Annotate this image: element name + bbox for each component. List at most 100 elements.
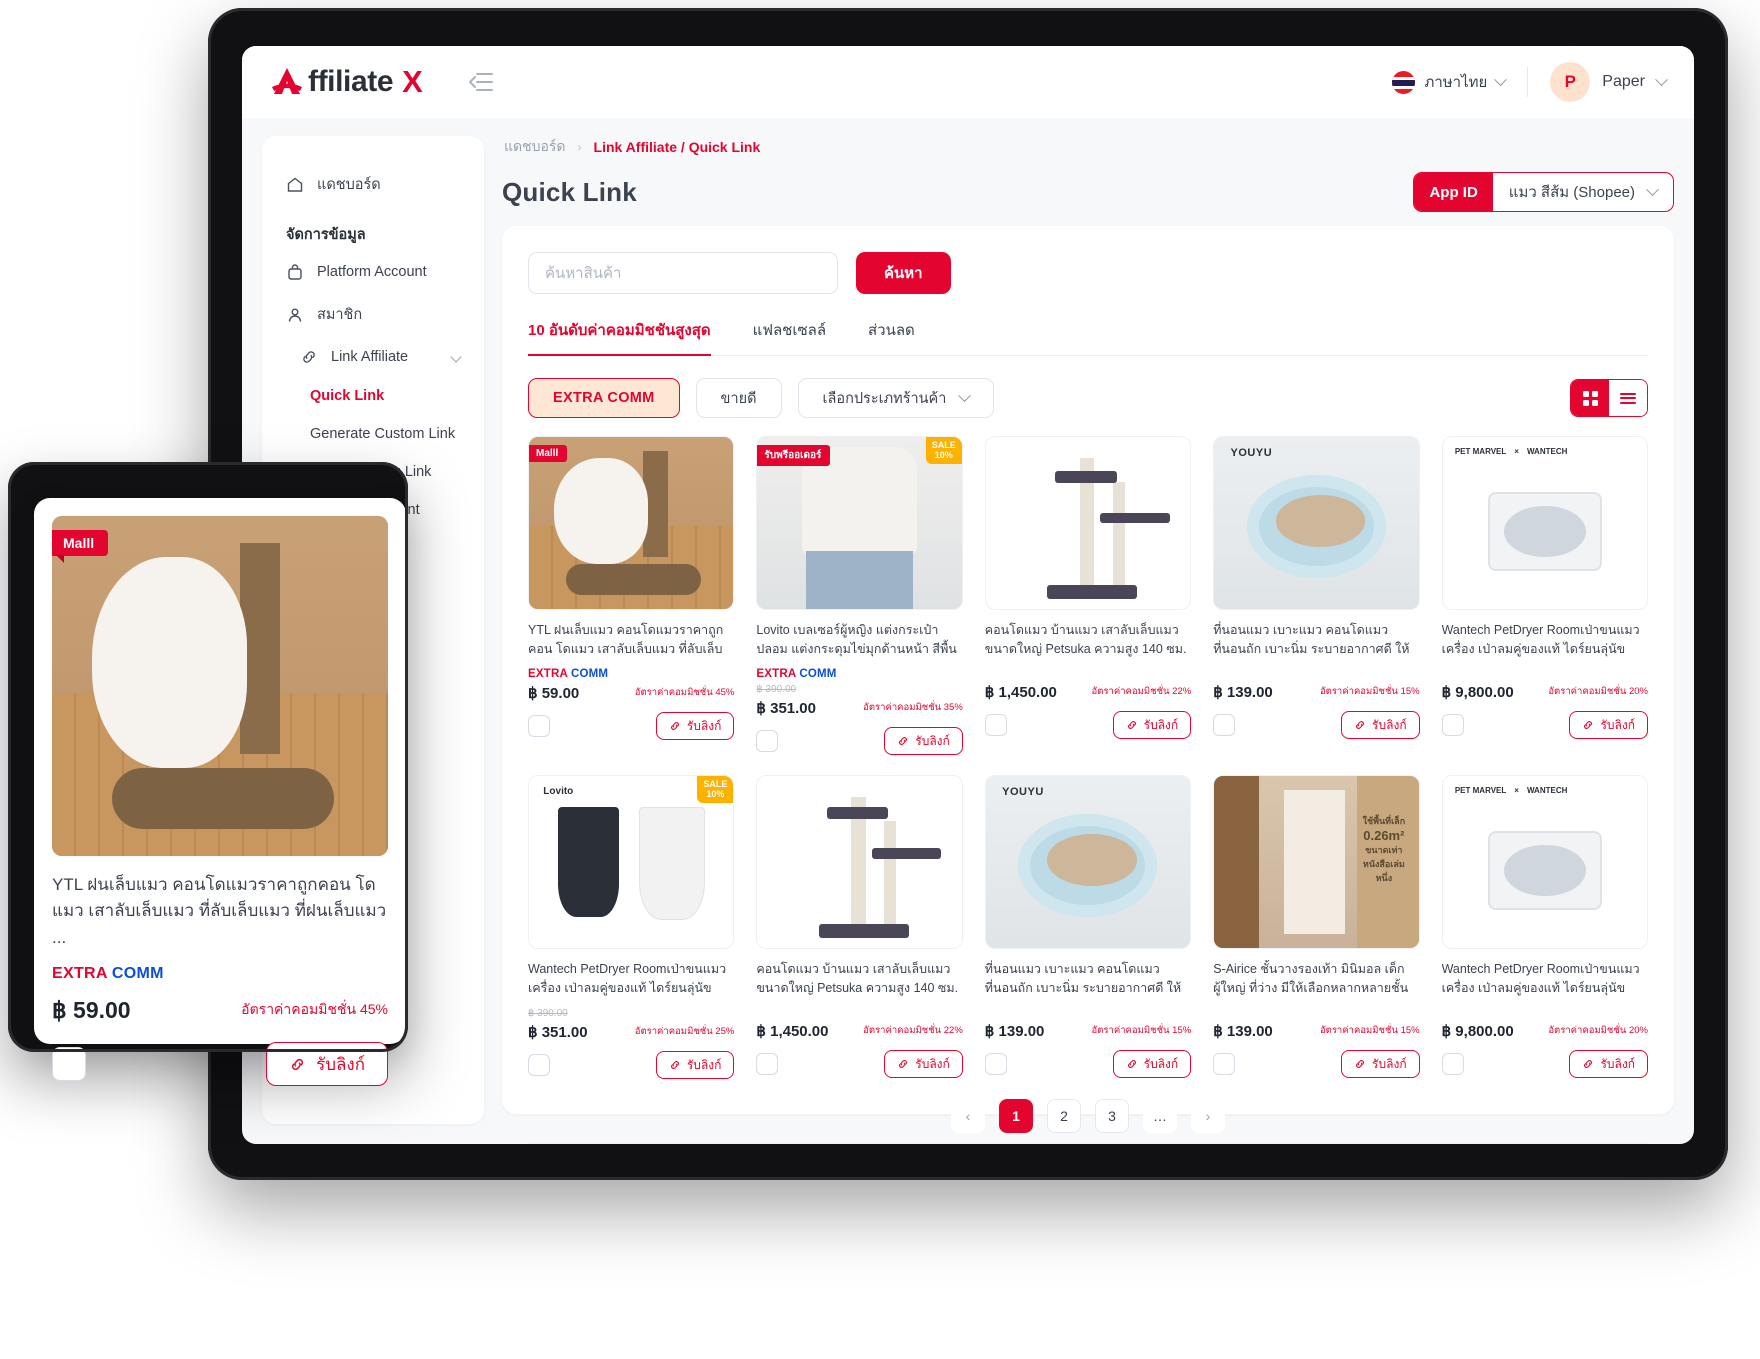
breadcrumb-separator: ›: [577, 140, 582, 154]
product-checkbox[interactable]: [756, 1053, 779, 1075]
quick-link-panel: ค้นหา 10 อันดับค่าคอมมิชชันสูงสุด แฟลชเซ…: [502, 226, 1674, 1144]
tab-top-commission[interactable]: 10 อันดับค่าคอมมิชชันสูงสุด: [528, 318, 711, 356]
product-checkbox[interactable]: [1441, 714, 1464, 736]
featured-product-thumbnail[interactable]: Malll: [52, 516, 388, 856]
featured-product-image: [52, 516, 388, 856]
get-link-button[interactable]: รับลิงก์: [1569, 711, 1648, 739]
get-link-button[interactable]: รับลิงก์: [1341, 1050, 1420, 1078]
filter-shop-type[interactable]: เลือกประเภทร้านค้า: [797, 378, 995, 418]
pagination-next[interactable]: ›: [1191, 1099, 1225, 1133]
featured-product-checkbox[interactable]: [52, 1047, 86, 1082]
product-thumbnail[interactable]: PET MARVEL × WANTECH: [1441, 436, 1648, 610]
search-row: ค้นหา: [528, 252, 1648, 294]
product-checkbox[interactable]: [528, 715, 550, 737]
get-link-button[interactable]: รับลิงก์: [884, 727, 963, 755]
product-thumbnail[interactable]: PET MARVEL × WANTECH: [1441, 775, 1648, 949]
product-price: ฿ 9,800.00: [1441, 684, 1514, 701]
product-thumbnail[interactable]: รับพรีออเดอร์ SALE 10%: [756, 436, 963, 610]
pagination-page-1[interactable]: 1: [999, 1099, 1033, 1133]
list-view-icon[interactable]: [1609, 380, 1647, 416]
sidebar-item-dashboard[interactable]: แดชบอร์ด: [262, 162, 484, 207]
get-link-button[interactable]: รับลิงก์: [1341, 711, 1420, 739]
sidebar-item-quick-link[interactable]: Quick Link: [262, 377, 484, 415]
product-card[interactable]: YOUYU ที่นอนแมว เบาะแมว คอนโดแมว ที่นอนถ…: [984, 775, 1192, 1079]
grid-view-icon[interactable]: [1571, 380, 1609, 416]
app-id-selector[interactable]: App ID แมว สีส้ม (Shopee): [1413, 172, 1674, 212]
product-price: ฿ 59.00: [528, 685, 580, 702]
user-menu[interactable]: P Paper: [1550, 62, 1668, 102]
get-link-button[interactable]: รับลิงก์: [1569, 1050, 1648, 1078]
search-input[interactable]: [528, 252, 838, 294]
product-checkbox[interactable]: [984, 714, 1007, 736]
top-bar: ffiliate X ภาษาไทย P Paper: [242, 46, 1694, 118]
product-title: Wantech PetDryer Roomเป่าขนแมว เครื่อง เ…: [1441, 623, 1640, 656]
tab-discount[interactable]: ส่วนลด: [868, 318, 915, 355]
top-bar-right: ภาษาไทย P Paper: [1392, 62, 1668, 102]
app-logo[interactable]: ffiliate X: [270, 64, 423, 100]
product-card[interactable]: PET MARVEL × WANTECH Wantech PetDryer Room…: [1441, 436, 1648, 755]
collapse-sidebar-icon[interactable]: [468, 71, 494, 93]
user-icon: [286, 306, 304, 324]
logo-text: ffiliate: [308, 65, 394, 98]
product-thumbnail[interactable]: YOUYU: [1213, 436, 1420, 610]
featured-product-card[interactable]: Malll YTL ฝนเล็บแมว คอนโดแมวราคาถูกคอน โ…: [34, 498, 406, 1087]
product-thumbnail[interactable]: [756, 775, 963, 949]
product-commission-rate: อัตราค่าคอมมิชชั่น 15%: [1091, 1025, 1192, 1036]
product-price: ฿ 139.00: [1213, 1023, 1273, 1040]
search-button[interactable]: ค้นหา: [856, 252, 951, 294]
sidebar-item-generate-custom-link[interactable]: Generate Custom Link: [262, 415, 484, 453]
featured-get-link-button[interactable]: รับลิงก์: [266, 1042, 388, 1087]
pagination-page-3[interactable]: 3: [1095, 1099, 1129, 1133]
get-link-button[interactable]: รับลิงก์: [1112, 711, 1192, 739]
chevron-down-icon: [450, 351, 462, 363]
product-checkbox[interactable]: [1213, 714, 1236, 736]
product-checkbox[interactable]: [1213, 1053, 1236, 1075]
product-thumbnail[interactable]: ใช้พื้นที่เล็ก 0.26m² ขนาดเท่าหนังสือเล่มห…: [1213, 775, 1420, 949]
product-checkbox[interactable]: [1441, 1053, 1464, 1075]
sidebar-item-platform-account[interactable]: Platform Account: [262, 252, 484, 292]
product-thumbnail[interactable]: YOUYU: [984, 775, 1192, 949]
language-selector[interactable]: ภาษาไทย: [1392, 70, 1508, 94]
product-image: PET MARVEL × WANTECH: [1442, 776, 1647, 948]
product-card[interactable]: คอนโดแมว บ้านแมว เสาลับเล็บแมว ขนาดใหญ่ …: [984, 436, 1192, 755]
product-card[interactable]: Malll YTL ฝนเล็บแมว คอนโดแมวราคาถูกคอน โ…: [528, 436, 735, 755]
product-thumbnail[interactable]: Malll: [528, 436, 735, 610]
sidebar-item-members[interactable]: สมาชิก: [262, 292, 484, 337]
product-image: [757, 776, 962, 948]
filter-extra-comm[interactable]: EXTRA COMM: [528, 378, 680, 418]
product-thumbnail[interactable]: [984, 436, 1192, 610]
product-card[interactable]: คอนโดแมว บ้านแมว เสาลับเล็บแมว ขนาดใหญ่ …: [756, 775, 963, 1079]
product-title: ที่นอนแมว เบาะแมว คอนโดแมว ที่นอนถัก เบา…: [984, 962, 1182, 995]
get-link-label: รับลิงก์: [1600, 717, 1635, 732]
product-title: YTL ฝนเล็บแมว คอนโดแมวราคาถูกคอน โดแมว เ…: [528, 623, 724, 656]
pagination-page-2[interactable]: 2: [1047, 1099, 1081, 1133]
get-link-button[interactable]: รับลิงก์: [1112, 1050, 1192, 1078]
tab-flash-sale[interactable]: แฟลชเซลล์: [753, 318, 826, 355]
get-link-label: รับลิงก์: [686, 718, 722, 733]
get-link-button[interactable]: รับลิงก์: [884, 1050, 963, 1078]
product-checkbox[interactable]: [756, 730, 779, 752]
product-card[interactable]: รับพรีออเดอร์ SALE 10% Lovito เบลเซอร์ผู้…: [756, 436, 963, 755]
filter-best-seller[interactable]: ขายดี: [695, 378, 782, 418]
link-icon: [1356, 1060, 1364, 1068]
sidebar-item-link-affiliate[interactable]: Link Affiliate: [262, 337, 484, 377]
get-link-button[interactable]: รับลิงก์: [655, 1051, 735, 1079]
floating-device-frame: Malll YTL ฝนเล็บแมว คอนโดแมวราคาถูกคอน โ…: [8, 462, 408, 1087]
get-link-button[interactable]: รับลิงก์: [655, 712, 735, 740]
product-card[interactable]: YOUYU ที่นอนแมว เบาะแมว คอนโดแมว ที่นอนถ…: [1213, 436, 1420, 755]
product-thumbnail[interactable]: Lovito SALE 10%: [528, 775, 735, 949]
product-price: ฿ 351.00: [528, 1024, 588, 1041]
product-card[interactable]: ใช้พื้นที่เล็ก 0.26m² ขนาดเท่าหนังสือเล่มห…: [1213, 775, 1420, 1079]
app-id-value[interactable]: แมว สีส้ม (Shopee): [1493, 173, 1673, 211]
pagination-ellipsis: …: [1143, 1099, 1177, 1133]
product-checkbox[interactable]: [984, 1053, 1007, 1075]
product-actions: รับลิงก์: [1441, 1050, 1648, 1078]
product-card[interactable]: Lovito SALE 10% Wantech PetDryer Roomเป่า…: [528, 775, 735, 1079]
breadcrumb-root[interactable]: แดชบอร์ด: [504, 136, 566, 158]
pagination-prev[interactable]: ‹: [951, 1099, 985, 1133]
get-link-label: รับลิงก์: [1372, 717, 1407, 732]
product-card[interactable]: PET MARVEL × WANTECH Wantech PetDryer Room…: [1441, 775, 1648, 1079]
product-actions: รับลิงก์: [1213, 711, 1420, 739]
product-checkbox[interactable]: [528, 1054, 550, 1076]
sidebar-item-label: Quick Link: [310, 388, 385, 404]
